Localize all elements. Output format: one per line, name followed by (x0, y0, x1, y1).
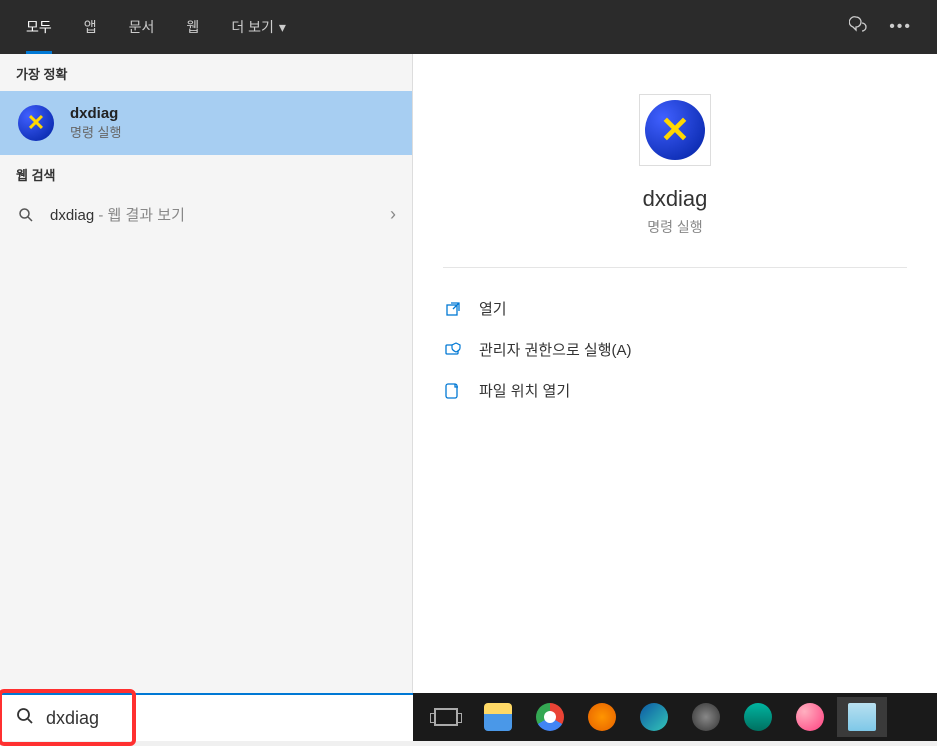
taskbar-app-3[interactable] (785, 697, 835, 737)
search-input[interactable] (46, 708, 397, 729)
action-open-label: 열기 (479, 298, 507, 319)
tab-docs[interactable]: 문서 (113, 0, 171, 54)
pink-icon (796, 703, 824, 731)
content-area: 가장 정확 dxdiag 명령 실행 웹 검색 dxdiag - 웹 결과 보기… (0, 54, 937, 693)
folder-icon (443, 383, 463, 399)
web-search-header: 웹 검색 (0, 155, 412, 192)
preview-panel: dxdiag 명령 실행 열기 관리자 권한으로 실행(A) 파일 (413, 54, 937, 693)
taskview-button[interactable] (421, 697, 471, 737)
taskbar-app-1[interactable] (681, 697, 731, 737)
chevron-down-icon: ▾ (279, 19, 286, 36)
web-result-suffix: - 웹 결과 보기 (94, 207, 185, 224)
taskbar-explorer[interactable] (473, 697, 523, 737)
preview-subtitle: 명령 실행 (647, 217, 702, 237)
more-options-icon[interactable]: ••• (889, 18, 912, 36)
tab-web[interactable]: 웹 (170, 0, 215, 54)
header-bar: 모두 앱 문서 웹 더 보기 ▾ ••• (0, 0, 937, 54)
header-right: ••• (849, 15, 927, 40)
result-text: dxdiag 명령 실행 (70, 105, 121, 141)
taskbar-app-2[interactable] (733, 697, 783, 737)
teal-icon (744, 703, 772, 731)
action-admin-label: 관리자 권한으로 실행(A) (479, 339, 632, 360)
open-icon (443, 301, 463, 317)
preview-icon (639, 94, 711, 166)
search-icon (16, 707, 34, 730)
web-result-query: dxdiag (50, 207, 94, 224)
taskbar-notepad[interactable] (837, 697, 887, 737)
action-location-label: 파일 위치 열기 (479, 380, 570, 401)
notepad-icon (848, 703, 876, 731)
tab-all[interactable]: 모두 (10, 0, 68, 54)
explorer-icon (484, 703, 512, 731)
taskbar-edge[interactable] (629, 697, 679, 737)
preview-title: dxdiag (643, 186, 708, 212)
search-icon (16, 207, 36, 223)
result-subtitle: 명령 실행 (70, 122, 121, 141)
web-result-text: dxdiag - 웹 결과 보기 (50, 204, 185, 225)
tab-more[interactable]: 더 보기 ▾ (215, 0, 302, 54)
bottom-bar (0, 693, 937, 741)
filter-tabs: 모두 앱 문서 웹 더 보기 ▾ (10, 0, 302, 54)
shield-icon (443, 342, 463, 358)
preview-header: dxdiag 명령 실행 (413, 54, 937, 267)
dxdiag-icon (645, 100, 705, 160)
web-search-result[interactable]: dxdiag - 웹 결과 보기 › (0, 192, 412, 237)
edge-icon (640, 703, 668, 731)
chevron-right-icon: › (390, 204, 396, 225)
action-run-as-admin[interactable]: 관리자 권한으로 실행(A) (443, 329, 907, 370)
search-box[interactable] (0, 693, 413, 741)
results-panel: 가장 정확 dxdiag 명령 실행 웹 검색 dxdiag - 웹 결과 보기… (0, 54, 413, 693)
taskbar (413, 693, 937, 741)
taskbar-chrome[interactable] (525, 697, 575, 737)
best-match-header: 가장 정확 (0, 54, 412, 91)
feedback-icon[interactable] (849, 15, 869, 40)
tab-more-label: 더 보기 (231, 17, 274, 37)
result-title: dxdiag (70, 105, 121, 122)
taskbar-firefox[interactable] (577, 697, 627, 737)
action-open-location[interactable]: 파일 위치 열기 (443, 370, 907, 411)
tab-apps[interactable]: 앱 (68, 0, 113, 54)
preview-actions: 열기 관리자 권한으로 실행(A) 파일 위치 열기 (413, 268, 937, 431)
disc-icon (692, 703, 720, 731)
best-match-result[interactable]: dxdiag 명령 실행 (0, 91, 412, 155)
chrome-icon (536, 703, 564, 731)
action-open[interactable]: 열기 (443, 288, 907, 329)
dxdiag-icon (16, 103, 56, 143)
firefox-icon (588, 703, 616, 731)
taskview-icon (434, 708, 458, 726)
